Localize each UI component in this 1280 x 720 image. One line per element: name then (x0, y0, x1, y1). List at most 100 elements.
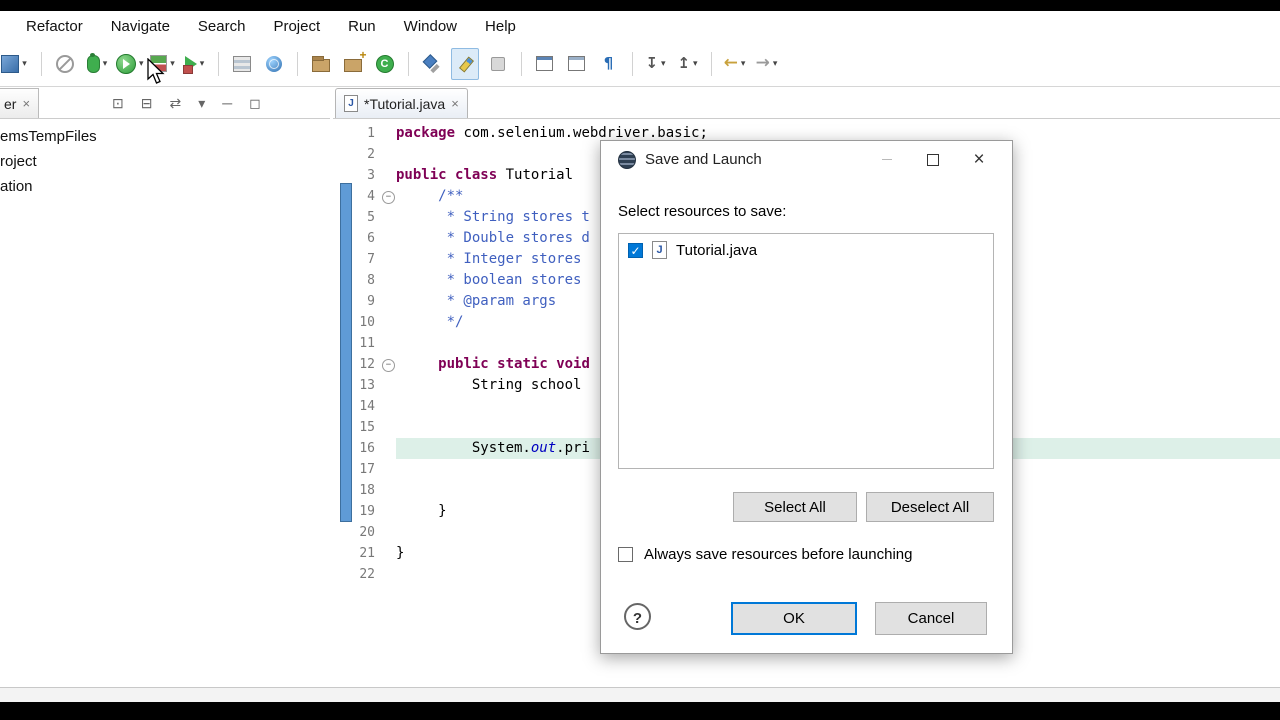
forward-icon[interactable]: → ▾ (754, 49, 780, 79)
dialog-titlebar[interactable]: Save and Launch × (601, 141, 1012, 178)
list-item[interactable]: ✓ J Tutorial.java (619, 234, 993, 259)
debug-icon (86, 52, 100, 73)
java-file-icon: J (344, 95, 358, 112)
line-number: 7 (367, 252, 375, 267)
focus-on-active-task-icon[interactable]: ⊡ (112, 95, 124, 112)
link-with-editor-icon[interactable]: ⇄ (169, 95, 181, 112)
editor-tab-tutorial[interactable]: J *Tutorial.java × (335, 88, 468, 118)
minimize-icon[interactable]: ─ (222, 95, 232, 111)
line-number: 12 (359, 357, 375, 372)
dropdown-caret-icon[interactable]: ▾ (693, 58, 698, 69)
menu-item-project[interactable]: Project (273, 18, 320, 35)
toolbar-separator (407, 51, 409, 76)
editor-tabbar: J *Tutorial.java × (333, 88, 1280, 119)
resource-list[interactable]: ✓ J Tutorial.java (618, 233, 994, 469)
close-icon[interactable]: × (451, 96, 459, 111)
next-annotation-icon[interactable]: ↧ ▾ (643, 49, 669, 79)
new-java-class-icon[interactable] (372, 49, 398, 79)
cancel-button[interactable]: Cancel (875, 602, 987, 635)
menu-item-run[interactable]: Run (348, 18, 376, 35)
run-external-tools-icon[interactable]: ▾ (182, 49, 208, 79)
dropdown-caret-icon[interactable]: ▾ (139, 58, 144, 69)
menu-item-help[interactable]: Help (485, 18, 516, 35)
show-whitespace-icon[interactable]: ¶ (596, 49, 622, 79)
line-number: 20 (359, 525, 375, 540)
mouse-cursor (147, 58, 165, 84)
run-icon[interactable]: ▾ (116, 49, 144, 79)
dropdown-caret-icon[interactable]: ▾ (170, 58, 175, 69)
minimize-icon[interactable] (864, 141, 910, 178)
line-number: 18 (359, 483, 375, 498)
open-type-icon[interactable] (340, 49, 367, 79)
line-number: 11 (359, 336, 375, 351)
line-number: 19 (359, 504, 375, 519)
line-number: 1 (367, 126, 375, 141)
toolbar-separator (631, 51, 633, 76)
previous-annotation-icon[interactable]: ↥ ▾ (675, 49, 701, 79)
back-icon: ← (723, 53, 738, 73)
menu-item-window[interactable]: Window (404, 18, 457, 35)
debug-icon[interactable]: ▾ (84, 49, 110, 79)
view-menu-icon[interactable]: ▾ (198, 95, 205, 112)
explorer-item-2[interactable]: ation (0, 174, 330, 199)
forward-icon: → (755, 53, 770, 73)
explorer-toolbar: ⊡ ⊟ ⇄ ▾ ─ ◻ (112, 88, 261, 118)
last-edit-location-icon[interactable] (485, 49, 511, 79)
link-with-editor-icon[interactable] (532, 49, 558, 79)
search-icon[interactable] (419, 49, 445, 79)
deselect-all-button[interactable]: Deselect All (866, 492, 994, 522)
explorer-tab[interactable]: er × (0, 88, 40, 118)
new-wizard-icon (1, 54, 20, 73)
back-icon[interactable]: ← ▾ (722, 49, 748, 79)
mark-occurrences-icon[interactable] (450, 47, 479, 80)
search-icon (423, 55, 441, 73)
help-button[interactable]: ? (624, 603, 651, 630)
explorer-item-1[interactable]: roject (0, 149, 330, 174)
maximize-icon[interactable]: ◻ (249, 95, 261, 112)
resource-checkbox[interactable]: ✓ (628, 242, 643, 258)
dropdown-caret-icon[interactable]: ▾ (661, 58, 666, 69)
menu-item-search[interactable]: Search (198, 18, 246, 35)
collapse-all-icon[interactable]: ⊟ (141, 95, 153, 112)
ok-button[interactable]: OK (731, 602, 857, 635)
screen: Refactor Navigate Search Project Run Window He… (0, 0, 1280, 720)
dropdown-caret-icon[interactable]: ▾ (773, 58, 778, 69)
main-toolbar: ▾▾▾▾▾¶↧▾↥▾←▾→▾ (0, 41, 1280, 87)
letterbox-bottom (0, 702, 1280, 720)
menubar: Refactor Navigate Search Project Run Window He… (0, 11, 1280, 41)
line-number: 17 (359, 462, 375, 477)
dropdown-caret-icon[interactable]: ▾ (103, 58, 108, 69)
toolbar-separator (41, 51, 42, 76)
dropdown-caret-icon[interactable]: ▾ (200, 58, 205, 69)
toolbar-separator (710, 51, 712, 76)
editor-tab-label: *Tutorial.java (364, 95, 446, 112)
editor-window-icon[interactable] (564, 49, 590, 79)
eclipse-window: Refactor Navigate Search Project Run Window He… (0, 11, 1280, 703)
new-java-class-icon (375, 54, 394, 73)
explorer-tab-label: er (4, 95, 17, 112)
new-java-package-icon[interactable] (308, 49, 334, 79)
new-wizard-icon[interactable]: ▾ (1, 49, 31, 79)
dialog-title: Save and Launch (645, 151, 762, 168)
servers-icon[interactable] (229, 49, 255, 79)
menu-item-navigate[interactable]: Navigate (111, 18, 170, 35)
close-icon[interactable]: × (22, 96, 30, 111)
always-save-row: Always save resources before launching (618, 546, 912, 563)
new-java-package-icon (311, 56, 330, 72)
line-number: 14 (359, 399, 375, 414)
line-number: 8 (367, 273, 375, 288)
maximize-icon[interactable] (910, 141, 956, 178)
select-all-button[interactable]: Select All (733, 492, 857, 522)
dropdown-caret-icon[interactable]: ▾ (22, 58, 27, 69)
explorer-item-0[interactable]: emsTempFiles (0, 124, 330, 149)
package-explorer-panel: er × ⊡ ⊟ ⇄ ▾ ─ ◻ emsTempFiles roject ation (0, 88, 330, 687)
dropdown-caret-icon[interactable]: ▾ (741, 58, 746, 69)
web-browser-icon[interactable] (261, 49, 287, 79)
skip-all-breakpoints-icon[interactable] (52, 49, 78, 79)
menu-item-refactor[interactable]: Refactor (26, 18, 83, 35)
mark-occurrences-icon (458, 56, 472, 72)
save-and-launch-dialog: Save and Launch × Select resources to sa… (600, 140, 1013, 654)
always-save-checkbox[interactable] (618, 547, 633, 562)
last-edit-location-icon (490, 56, 505, 71)
close-icon[interactable]: × (956, 141, 1002, 178)
